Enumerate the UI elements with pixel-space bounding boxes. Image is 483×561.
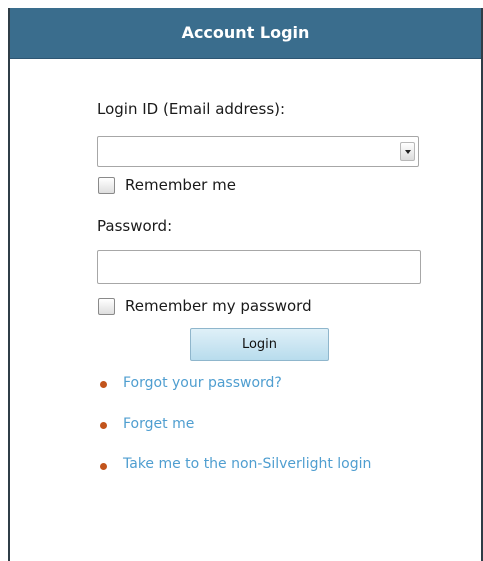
login-id-label: Login ID (Email address): xyxy=(97,100,286,118)
forget-me-link[interactable]: Forget me xyxy=(123,416,194,432)
bullet-icon xyxy=(100,381,107,388)
non-silverlight-login-link[interactable]: Take me to the non-Silverlight login xyxy=(123,456,371,472)
remember-me-checkbox[interactable] xyxy=(98,177,115,194)
remember-me-label: Remember me xyxy=(125,176,236,194)
password-label: Password: xyxy=(97,217,173,235)
remember-password-checkbox[interactable] xyxy=(98,298,115,315)
login-button[interactable]: Login xyxy=(190,328,329,361)
password-field[interactable] xyxy=(97,250,421,284)
login-id-combobox[interactable] xyxy=(97,136,419,167)
login-panel: Account Login Login ID (Email address): … xyxy=(8,8,483,561)
panel-title: Account Login xyxy=(10,8,481,59)
bullet-icon xyxy=(100,463,107,470)
forgot-password-link[interactable]: Forgot your password? xyxy=(123,375,282,391)
bullet-icon xyxy=(100,422,107,429)
remember-password-label: Remember my password xyxy=(125,297,312,315)
dropdown-arrow-icon[interactable] xyxy=(400,142,415,161)
